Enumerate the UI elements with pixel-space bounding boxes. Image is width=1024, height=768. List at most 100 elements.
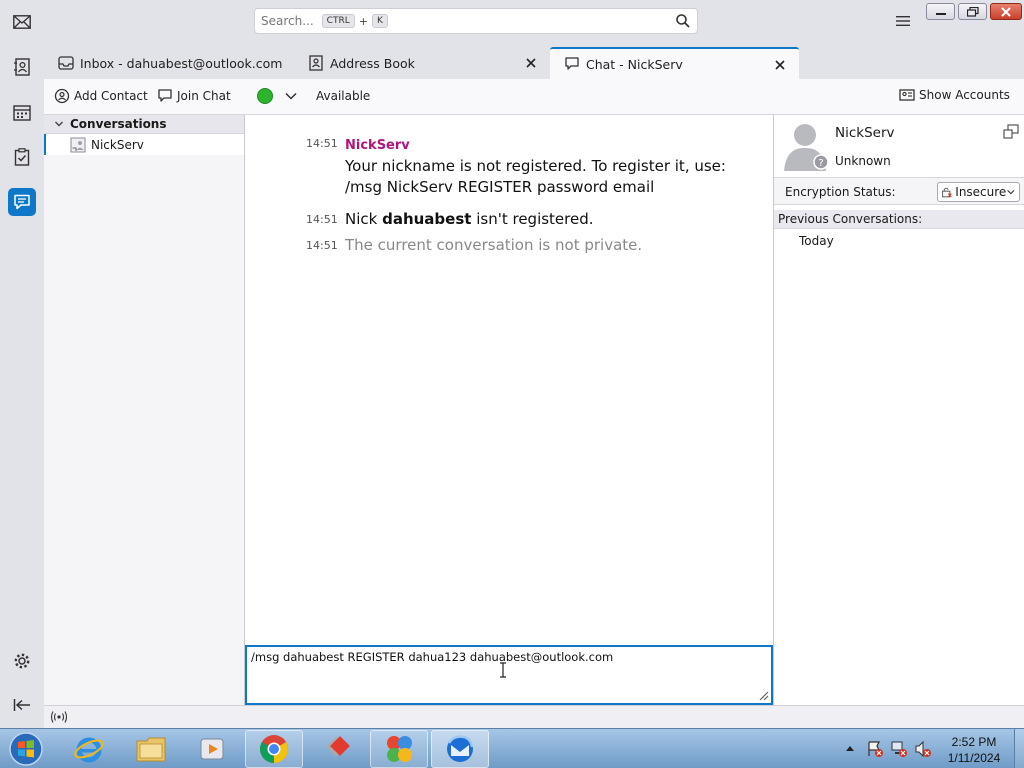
chat-messages: 14:51 NickServ Your nickname is not regi… [245, 115, 773, 645]
svg-text:?: ? [818, 158, 823, 169]
taskbar-chrome[interactable] [245, 730, 303, 768]
conversation-icon [70, 137, 86, 152]
status-selector[interactable]: Available [256, 87, 370, 105]
taskbar-anydesk[interactable] [308, 730, 366, 768]
mail-icon [13, 15, 31, 29]
taskbar-control-panel[interactable] [370, 730, 428, 768]
contact-status: Unknown [835, 154, 891, 168]
message-time: 14:51 [306, 213, 338, 226]
app-menu-icon[interactable] [895, 14, 911, 28]
tasks-space-button[interactable] [8, 143, 36, 171]
network-icon[interactable] [890, 740, 908, 758]
chevron-down-icon [55, 121, 63, 127]
add-contact-label: Add Contact [74, 89, 148, 103]
tab-inbox[interactable]: Inbox - dahuabest@outlook.com [44, 47, 294, 79]
control-panel-icon [387, 736, 412, 762]
internet-explorer-icon [74, 737, 104, 763]
close-window-button[interactable] [990, 3, 1022, 20]
encryption-status-select[interactable]: Insecure [937, 182, 1020, 202]
taskbar-clock[interactable]: 2:52 PM 1/11/2024 [936, 734, 1012, 766]
title-bar: Search... CTRL + K [0, 0, 1024, 44]
status-available-icon [257, 88, 273, 104]
taskbar-media-player[interactable] [183, 730, 241, 768]
join-chat-button[interactable]: Join Chat [157, 88, 231, 104]
chevron-down-icon [285, 92, 297, 100]
clock-time: 2:52 PM [951, 735, 997, 749]
close-tab-icon[interactable] [773, 58, 787, 72]
search-placeholder: Search... [261, 14, 314, 28]
status-label: Available [316, 89, 371, 103]
encryption-value: Insecure [955, 185, 1007, 199]
detach-icon[interactable] [1003, 124, 1019, 140]
taskbar-internet-explorer[interactable] [60, 730, 118, 768]
chevron-down-icon [1007, 189, 1015, 195]
previous-conversation-item[interactable]: Today [799, 234, 834, 248]
message-text: Nick dahuabest isn't registered. [345, 209, 755, 230]
resize-grip-icon[interactable] [757, 689, 769, 701]
search-icon[interactable] [675, 13, 691, 29]
calendar-space-button[interactable] [8, 98, 36, 126]
previous-conversations-header: Previous Conversations: [774, 210, 1024, 229]
contact-name: NickServ [835, 125, 895, 141]
restore-button[interactable] [958, 3, 987, 20]
avatar: ? [784, 124, 829, 171]
chat-space-button[interactable] [8, 188, 36, 216]
spaces-toolbar [0, 0, 44, 728]
address-book-icon [309, 55, 323, 71]
add-contact-button[interactable]: Add Contact [54, 88, 148, 104]
mail-space-button[interactable] [8, 8, 36, 36]
message-input-value: /msg dahuabest REGISTER dahua123 dahuabe… [251, 650, 614, 664]
media-player-icon [200, 738, 224, 760]
message-input[interactable]: /msg dahuabest REGISTER dahua123 dahuabe… [245, 645, 773, 705]
chat-icon [565, 57, 579, 70]
close-tab-icon[interactable] [524, 56, 538, 70]
collapse-spaces-button[interactable] [8, 691, 36, 719]
show-desktop-button[interactable] [1014, 729, 1024, 768]
conversations-pane: Conversations NickServ [44, 115, 245, 705]
conversation-item-label: NickServ [91, 137, 144, 152]
show-accounts-label: Show Accounts [919, 88, 1010, 102]
message-text-prefix: Nick [345, 210, 383, 228]
tab-label: Chat - NickServ [586, 56, 683, 72]
volume-muted-icon[interactable] [914, 740, 932, 758]
message-time: 14:51 [306, 239, 338, 252]
message-time: 14:51 [306, 137, 338, 150]
calendar-icon [13, 104, 31, 121]
tray-expand-icon[interactable] [845, 744, 855, 752]
tab-address-book[interactable]: Address Book [294, 47, 550, 79]
message-sender: NickServ [345, 138, 410, 153]
windows-start-icon [9, 732, 43, 766]
action-center-icon[interactable] [866, 740, 884, 758]
clock-date: 1/11/2024 [947, 751, 1001, 765]
tab-bar: Inbox - dahuabest@outlook.com Address Bo… [44, 44, 1024, 79]
address-book-space-button[interactable] [8, 53, 36, 81]
minimize-button[interactable] [926, 3, 955, 20]
tab-chat[interactable]: Chat - NickServ [550, 47, 799, 79]
show-accounts-button[interactable]: Show Accounts [899, 88, 1010, 102]
add-contact-icon [54, 88, 70, 104]
join-chat-label: Join Chat [177, 89, 231, 103]
tab-label: Address Book [330, 55, 415, 71]
join-chat-icon [158, 89, 172, 102]
contact-info-pane: ? NickServ Unknown Encryption Status: In… [773, 115, 1024, 705]
text-cursor-icon [500, 662, 506, 678]
message-nick: dahuabest [382, 210, 472, 228]
thunderbird-icon [447, 735, 474, 762]
taskbar-file-explorer[interactable] [122, 730, 180, 768]
taskbar-thunderbird[interactable] [431, 730, 489, 768]
settings-button[interactable] [8, 647, 36, 675]
conversation-item-nickserv[interactable]: NickServ [44, 134, 244, 155]
encryption-label: Encryption Status: [785, 185, 896, 199]
start-button[interactable] [0, 730, 52, 768]
gear-icon [14, 653, 30, 669]
encryption-row: Encryption Status: Insecure [774, 177, 1024, 205]
collapse-icon [13, 699, 30, 711]
online-status-icon[interactable] [50, 711, 68, 723]
chat-toolbar: Add Contact Join Chat Available Show Acc… [44, 79, 1024, 115]
taskbar: 2:52 PM 1/11/2024 [0, 728, 1024, 768]
lock-insecure-icon [942, 187, 952, 198]
message-text: Your nickname is not registered. To regi… [345, 157, 726, 196]
search-box[interactable]: Search... CTRL + K [254, 8, 698, 34]
message-text: The current conversation is not private. [345, 236, 643, 254]
conversations-header[interactable]: Conversations [44, 115, 244, 134]
